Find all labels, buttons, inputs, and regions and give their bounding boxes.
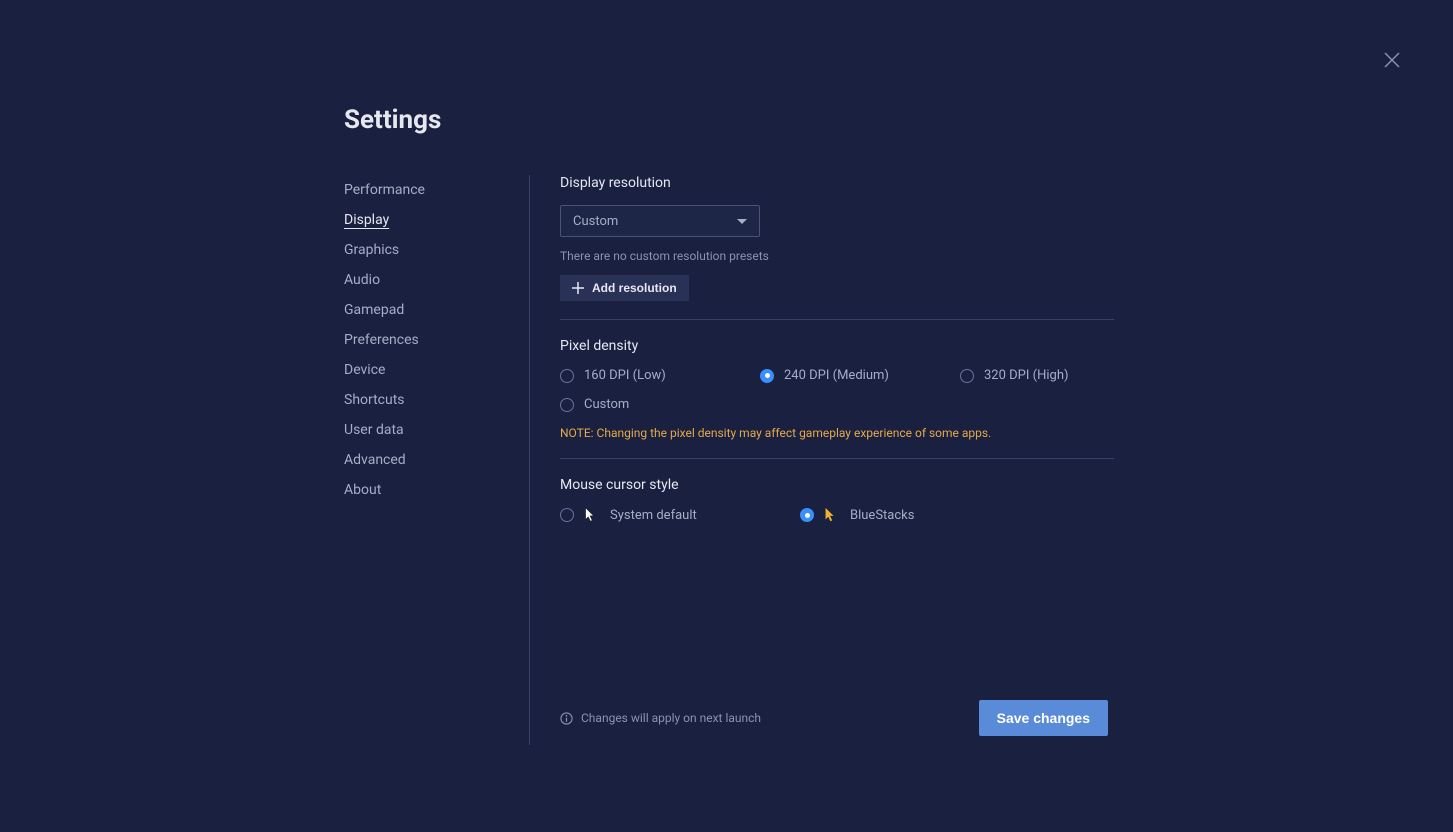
display-resolution-section: Display resolution Custom There are no c… [560,175,1114,320]
sidebar-item-about[interactable]: About [344,475,509,505]
save-changes-button[interactable]: Save changes [979,700,1108,736]
resolution-dropdown-value: Custom [573,214,618,229]
sidebar-item-performance[interactable]: Performance [344,175,509,205]
pixel-density-section: Pixel density 160 DPI (Low) 240 DPI (Med… [560,338,1114,459]
radio-circle-icon [960,369,974,383]
radio-cursor-system-default[interactable]: System default [560,507,700,523]
radio-circle-icon [800,508,814,522]
cursor-default-icon [584,507,596,523]
sidebar-item-gamepad[interactable]: Gamepad [344,295,509,325]
radio-label: 240 DPI (Medium) [784,368,889,383]
sidebar-item-advanced[interactable]: Advanced [344,445,509,475]
radio-160-dpi[interactable]: 160 DPI (Low) [560,368,700,383]
settings-sidebar: Performance Display Graphics Audio Gamep… [344,175,530,745]
sidebar-item-preferences[interactable]: Preferences [344,325,509,355]
settings-main-panel: Display resolution Custom There are no c… [530,175,1114,745]
radio-circle-icon [760,369,774,383]
close-button[interactable] [1384,52,1400,68]
mouse-cursor-title: Mouse cursor style [560,477,1114,493]
radio-320-dpi[interactable]: 320 DPI (High) [960,368,1100,383]
radio-circle-icon [560,398,574,412]
radio-label: System default [610,508,697,523]
radio-circle-icon [560,508,574,522]
footer-bar: Changes will apply on next launch Save c… [560,700,1108,736]
sidebar-item-device[interactable]: Device [344,355,509,385]
plus-icon [572,282,584,294]
pixel-density-note: NOTE: Changing the pixel density may aff… [560,426,1114,440]
radio-custom-dpi[interactable]: Custom [560,397,700,412]
radio-cursor-bluestacks[interactable]: BlueStacks [800,507,940,523]
sidebar-item-user-data[interactable]: User data [344,415,509,445]
page-title: Settings [344,105,1114,135]
pixel-density-title: Pixel density [560,338,1114,354]
footer-info-text: Changes will apply on next launch [581,711,761,725]
sidebar-item-display[interactable]: Display [344,205,509,235]
radio-label: 320 DPI (High) [984,368,1069,383]
radio-label: 160 DPI (Low) [584,368,666,383]
display-resolution-title: Display resolution [560,175,1114,191]
mouse-cursor-section: Mouse cursor style System default [560,477,1114,555]
resolution-helper-text: There are no custom resolution presets [560,249,1114,263]
chevron-down-icon [737,219,747,224]
info-icon [560,712,573,725]
radio-label: Custom [584,397,629,412]
resolution-dropdown[interactable]: Custom [560,205,760,237]
radio-240-dpi[interactable]: 240 DPI (Medium) [760,368,900,383]
radio-label: BlueStacks [850,508,914,523]
add-resolution-button[interactable]: Add resolution [560,275,689,301]
sidebar-item-audio[interactable]: Audio [344,265,509,295]
sidebar-item-shortcuts[interactable]: Shortcuts [344,385,509,415]
add-resolution-label: Add resolution [592,281,677,295]
sidebar-item-graphics[interactable]: Graphics [344,235,509,265]
cursor-bluestacks-icon [824,507,836,523]
close-icon [1384,52,1400,68]
radio-circle-icon [560,369,574,383]
